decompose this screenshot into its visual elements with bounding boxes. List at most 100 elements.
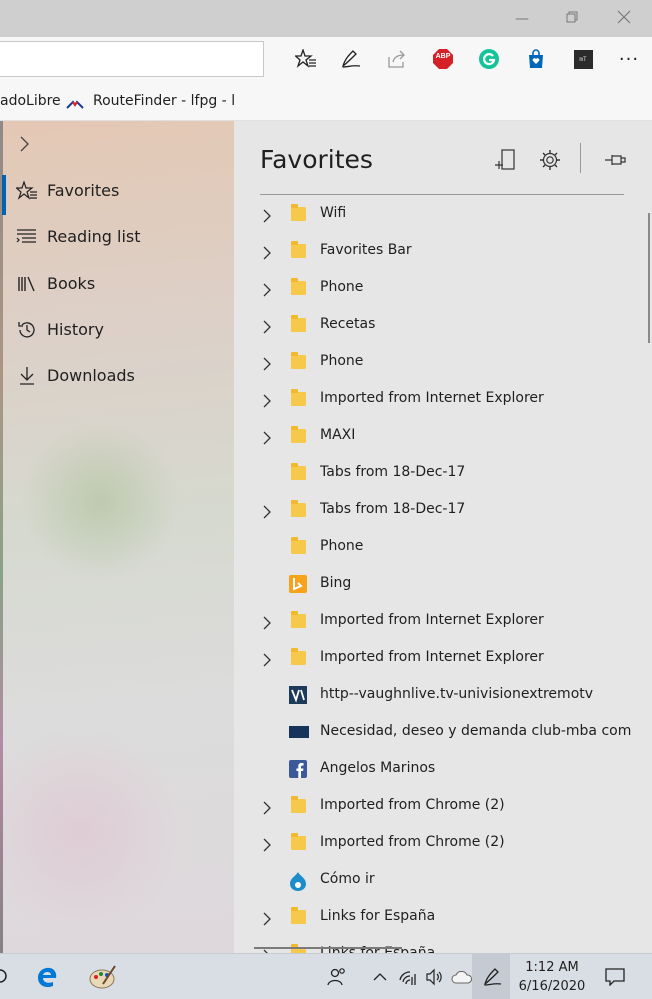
favorite-label: Bing xyxy=(320,575,352,591)
edge-icon[interactable] xyxy=(34,964,60,990)
favorites-list-item[interactable]: Links for España xyxy=(234,899,644,936)
favorites-list-item[interactable]: Links for España xyxy=(234,936,644,953)
nav-label: History xyxy=(47,320,104,339)
header-divider xyxy=(580,143,581,173)
chevron-right-icon[interactable] xyxy=(262,504,272,519)
extension-label: mT xyxy=(579,55,587,63)
favorite-label: Imported from Internet Explorer xyxy=(320,390,544,406)
chevron-right-icon[interactable] xyxy=(262,356,272,371)
favorites-list-item[interactable]: Bing xyxy=(234,566,644,603)
pen-icon[interactable] xyxy=(339,47,363,71)
folder-icon-shape xyxy=(291,241,306,258)
chevron-right-icon[interactable] xyxy=(262,282,272,297)
chevron-right-icon[interactable] xyxy=(262,208,272,223)
hub-nav-reading-list[interactable]: Reading list xyxy=(0,217,234,257)
notification-icon[interactable] xyxy=(604,966,626,988)
pin-icon[interactable] xyxy=(602,147,628,173)
favorites-list-item[interactable]: Phone xyxy=(234,270,644,307)
favorites-list-item[interactable]: Recetas xyxy=(234,307,644,344)
favorites-star-icon[interactable] xyxy=(294,47,318,71)
favorite-label: Tabs from 18-Dec-17 xyxy=(320,501,466,517)
favorite-label: MAXI xyxy=(320,427,356,443)
club-mba-icon xyxy=(289,723,309,741)
folder-icon xyxy=(289,426,307,445)
favorites-list-item[interactable]: Phone xyxy=(234,344,644,381)
favorites-bar-item[interactable]: adoLibre xyxy=(0,93,61,109)
taskbar: 1:12 AM 6/16/2020 xyxy=(0,953,652,999)
chevron-right-icon[interactable] xyxy=(262,800,272,815)
extension-icon[interactable]: mT xyxy=(571,47,595,71)
favorites-bar-item[interactable]: RouteFinder - lfpg - l xyxy=(93,93,235,109)
shopping-bag-icon[interactable] xyxy=(524,47,548,71)
more-icon[interactable]: ··· xyxy=(617,47,641,71)
add-favorite-device-icon[interactable] xyxy=(492,147,518,173)
gear-icon[interactable] xyxy=(537,147,563,173)
favorites-list-item[interactable]: Imported from Internet Explorer xyxy=(234,381,644,418)
chevron-right-icon[interactable] xyxy=(18,135,34,153)
hub-nav-downloads[interactable]: Downloads xyxy=(0,356,234,396)
folder-icon-shape xyxy=(291,500,306,517)
history-icon xyxy=(16,319,38,341)
folder-icon xyxy=(289,611,307,630)
favorites-list-item[interactable]: Phone xyxy=(234,529,644,566)
favorites-list-item[interactable]: Necesidad, deseo y demanda club-mba com xyxy=(234,714,644,751)
hub-nav-books[interactable]: Books xyxy=(0,264,234,304)
chevron-right-icon[interactable] xyxy=(262,319,272,334)
nav-label: Reading list xyxy=(47,227,141,246)
onedrive-icon[interactable] xyxy=(451,966,473,988)
chevron-right-icon[interactable] xyxy=(262,430,272,445)
address-bar-input[interactable] xyxy=(0,41,264,77)
adblock-icon[interactable]: ABP xyxy=(431,47,455,71)
chevron-right-icon[interactable] xyxy=(262,837,272,852)
favorites-list-item[interactable]: Angelos Marinos xyxy=(234,751,644,788)
hub-nav-favorites[interactable]: Favorites xyxy=(0,171,234,215)
folder-icon xyxy=(289,241,307,260)
wifi-icon[interactable] xyxy=(397,966,419,988)
pen-icon[interactable] xyxy=(481,966,503,988)
favorites-list-item[interactable]: Cómo ir xyxy=(234,862,644,899)
reading-list-icon xyxy=(16,226,38,248)
favorites-list-item[interactable]: Wifi xyxy=(234,196,644,233)
restore-icon[interactable] xyxy=(562,10,582,28)
favorites-list-item[interactable]: MAXI xyxy=(234,418,644,455)
volume-icon[interactable] xyxy=(423,966,445,988)
chevron-up-icon[interactable] xyxy=(369,966,391,988)
folder-icon-shape xyxy=(291,389,306,406)
minimize-icon[interactable]: — xyxy=(512,10,532,28)
horizontal-scrollbar[interactable] xyxy=(254,947,402,949)
favorites-list-item[interactable]: Imported from Chrome (2) xyxy=(234,788,644,825)
favorites-list-item[interactable]: Imported from Chrome (2) xyxy=(234,825,644,862)
favorites-list-item[interactable]: Favorites Bar xyxy=(234,233,644,270)
favorites-list-item[interactable]: http--vaughnlive.tv-univisionextremotv xyxy=(234,677,644,714)
folder-icon xyxy=(289,278,307,297)
hub-nav-history[interactable]: History xyxy=(0,310,234,350)
vertical-scrollbar[interactable] xyxy=(648,213,650,343)
chevron-right-icon[interactable] xyxy=(262,393,272,408)
folder-icon-shape xyxy=(291,907,306,924)
favorites-list-item[interactable]: Imported from Internet Explorer xyxy=(234,603,644,640)
favorites-list-item[interactable]: Tabs from 18-Dec-17 xyxy=(234,455,644,492)
close-icon[interactable] xyxy=(614,10,634,28)
favorite-label: Imported from Internet Explorer xyxy=(320,649,544,665)
chevron-right-icon[interactable] xyxy=(262,652,272,667)
favorite-label: Imported from Chrome (2) xyxy=(320,834,505,850)
favorites-list-item[interactable]: Tabs from 18-Dec-17 xyxy=(234,492,644,529)
share-icon[interactable] xyxy=(385,47,409,71)
search-icon[interactable] xyxy=(0,966,16,988)
favorites-list-item[interactable]: Imported from Internet Explorer xyxy=(234,640,644,677)
favorite-label: Links for España xyxy=(320,908,436,924)
chevron-right-icon[interactable] xyxy=(262,245,272,260)
clock[interactable]: 1:12 AM 6/16/2020 xyxy=(514,958,590,996)
folder-icon xyxy=(289,648,307,667)
chevron-right-icon[interactable] xyxy=(262,615,272,630)
favorite-label: Tabs from 18-Dec-17 xyxy=(320,464,466,480)
clock-time: 1:12 AM xyxy=(525,960,579,975)
paint-icon[interactable] xyxy=(89,964,117,990)
routefinder-icon xyxy=(66,96,84,115)
favorite-label: http--vaughnlive.tv-univisionextremotv xyxy=(320,686,594,702)
people-icon[interactable] xyxy=(326,966,348,988)
folder-icon-shape xyxy=(291,796,306,813)
grammarly-icon[interactable] xyxy=(477,47,501,71)
chevron-right-icon[interactable] xyxy=(262,911,272,926)
active-indicator xyxy=(2,175,6,215)
